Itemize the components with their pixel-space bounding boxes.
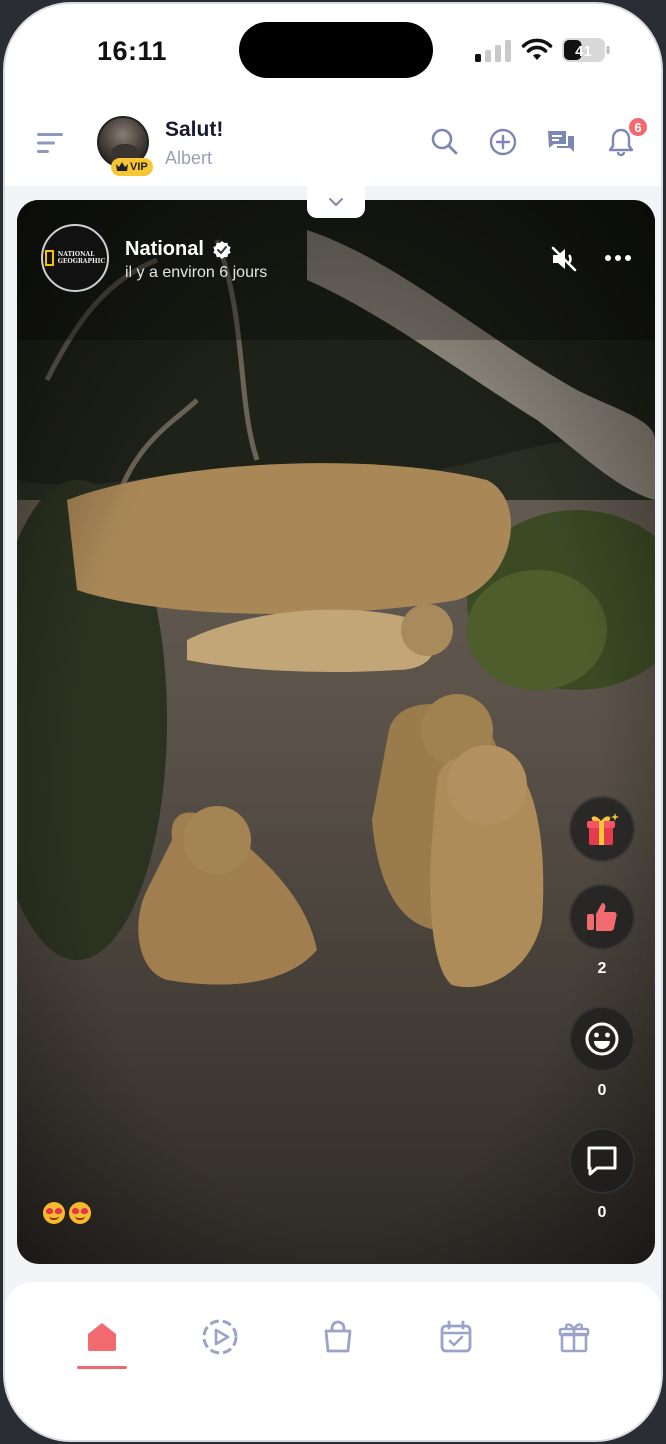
- video-post[interactable]: NATIONAL GEOGRAPHIC National il y a envir…: [17, 200, 655, 1264]
- smiley-icon: [585, 1022, 619, 1056]
- gift-icon: [558, 1323, 590, 1353]
- comment-icon: [587, 1146, 617, 1176]
- wifi-icon: [521, 38, 553, 60]
- bottom-navigation: [5, 1282, 661, 1440]
- post-author[interactable]: National: [125, 238, 232, 261]
- heart-eyes-emoji-icon: [69, 1202, 91, 1224]
- chevron-down-icon: [329, 198, 343, 207]
- nav-gifts[interactable]: [549, 1312, 599, 1362]
- vip-label: VIP: [130, 161, 148, 173]
- nav-events[interactable]: [431, 1312, 481, 1362]
- nav-active-indicator: [77, 1366, 127, 1369]
- nav-home[interactable]: [77, 1312, 127, 1362]
- comments-count: 0: [597, 1204, 607, 1221]
- home-icon: [88, 1323, 116, 1351]
- comment-button[interactable]: [569, 1128, 635, 1194]
- signal-icon: [475, 40, 511, 62]
- add-circle-icon[interactable]: [487, 126, 519, 158]
- greeting-text: Salut!: [165, 118, 224, 141]
- search-icon[interactable]: [429, 126, 461, 158]
- bag-icon: [324, 1320, 352, 1353]
- post-video[interactable]: [17, 200, 655, 1264]
- status-bar: 16:11 41: [5, 4, 661, 100]
- channel-avatar[interactable]: NATIONAL GEOGRAPHIC: [41, 224, 109, 292]
- channel-logo-icon: [44, 250, 54, 266]
- mute-icon[interactable]: [549, 244, 579, 274]
- status-time: 16:11: [97, 36, 168, 66]
- username-text: Albert: [165, 148, 213, 168]
- like-button[interactable]: [569, 884, 635, 950]
- phone-frame: 16:11 41 VIP Salut! Albert 6 NATIONAL GE…: [3, 2, 663, 1442]
- app-header: VIP Salut! Albert 6: [5, 100, 661, 186]
- collapse-header-button[interactable]: [307, 186, 365, 218]
- verified-icon: [213, 240, 231, 259]
- crown-icon: [116, 162, 128, 171]
- react-button[interactable]: [569, 1006, 635, 1072]
- calendar-icon: [440, 1320, 472, 1353]
- user-avatar[interactable]: VIP: [97, 116, 153, 176]
- reactions-count: 0: [597, 1082, 607, 1099]
- post-author-name: National: [125, 238, 204, 260]
- likes-count: 2: [597, 960, 607, 977]
- thumbs-up-icon: [587, 903, 617, 931]
- battery-icon: 41: [562, 38, 610, 62]
- reaction-emojis: [43, 1202, 91, 1224]
- dynamic-island: [239, 22, 433, 78]
- battery-level: 41: [575, 43, 592, 60]
- chat-icon[interactable]: [545, 126, 577, 158]
- nav-shop[interactable]: [313, 1312, 363, 1362]
- gift-button[interactable]: [569, 796, 635, 862]
- play-icon: [202, 1319, 238, 1355]
- gift-icon: [587, 813, 619, 845]
- nav-videos[interactable]: [195, 1312, 245, 1362]
- heart-eyes-emoji-icon: [43, 1202, 65, 1224]
- menu-icon[interactable]: [35, 130, 67, 156]
- channel-logo-wordmark: NATIONAL GEOGRAPHIC: [57, 251, 106, 265]
- post-timestamp: il y a environ 6 jours: [125, 264, 268, 281]
- more-icon[interactable]: [603, 246, 633, 270]
- notification-badge: 6: [627, 116, 649, 138]
- vip-badge: VIP: [111, 158, 153, 176]
